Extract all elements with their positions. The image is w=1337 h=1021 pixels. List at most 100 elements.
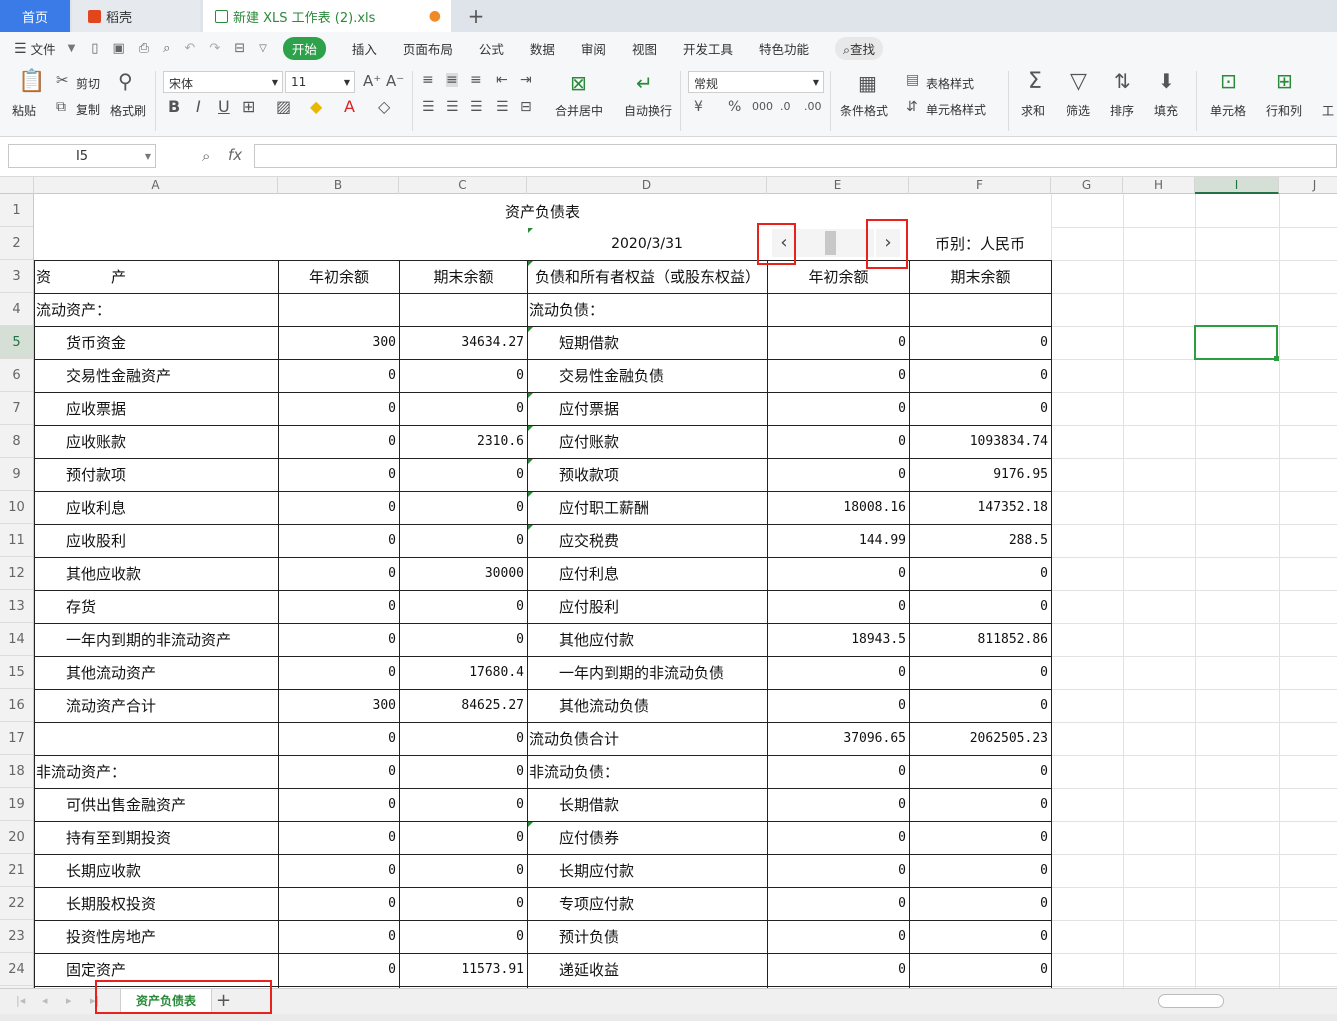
table-cell[interactable]: 84625.27 (401, 690, 524, 722)
clear-format-icon[interactable]: ◇ (378, 99, 390, 115)
table-cell[interactable]: 其他流动负债 (529, 690, 764, 722)
table-cell[interactable]: 0 (280, 426, 396, 458)
table-cell[interactable]: 0 (769, 657, 906, 689)
table-cell[interactable]: 0 (401, 855, 524, 887)
merge-center-icon[interactable]: ⊠ (570, 73, 587, 93)
table-cell[interactable]: 长期应收款 (36, 855, 275, 887)
fill-pattern-icon[interactable]: ▨ (276, 99, 291, 115)
table-cell[interactable]: 2062505.23 (911, 723, 1048, 755)
table-cell[interactable]: 0 (769, 360, 906, 392)
column-header[interactable]: G (1051, 177, 1123, 194)
conditional-format-icon[interactable]: ▦ (858, 73, 877, 93)
row-header[interactable]: 1 (0, 194, 33, 227)
scissors-icon[interactable]: ✂ (56, 73, 69, 88)
table-cell[interactable]: 0 (769, 888, 906, 920)
chevron-down-icon[interactable]: ▼ (68, 43, 76, 54)
row-header[interactable]: 4 (0, 293, 33, 326)
row-header[interactable]: 2 (0, 227, 33, 260)
row-col-button[interactable]: 行和列 (1266, 102, 1302, 119)
row-header[interactable]: 14 (0, 623, 33, 656)
fill-color-icon[interactable]: ◆ (310, 99, 322, 115)
cell-button[interactable]: 单元格 (1210, 102, 1246, 119)
row-header[interactable]: 5 (0, 326, 33, 359)
worksheet-button[interactable]: 工 (1322, 102, 1334, 119)
sort-icon[interactable]: ⇅ (1114, 71, 1131, 91)
paste-button[interactable]: 粘贴 (12, 102, 36, 119)
menu-home[interactable]: 开始 (282, 37, 326, 60)
table-cell[interactable]: 18008.16 (769, 492, 906, 524)
table-cell[interactable]: 0 (769, 855, 906, 887)
cell-style-icon[interactable]: ⇵ (906, 100, 918, 114)
table-cell[interactable]: 预收款项 (529, 459, 764, 491)
table-cell[interactable]: 流动负债合计 (529, 723, 764, 755)
align-top-icon[interactable]: ≡ (422, 73, 434, 87)
row-header[interactable]: 16 (0, 689, 33, 722)
table-cell[interactable]: 0 (769, 822, 906, 854)
table-cell[interactable]: 一年内到期的非流动资产 (36, 624, 275, 656)
table-cell[interactable]: 应付账款 (529, 426, 764, 458)
table-cell[interactable]: 货币资金 (36, 327, 275, 359)
currency-icon[interactable]: ¥ (694, 100, 703, 114)
row-header[interactable]: 19 (0, 788, 33, 821)
more-chevron-icon[interactable]: ▽ (259, 43, 267, 54)
table-cell[interactable]: 交易性金融负债 (529, 360, 764, 392)
font-color-icon[interactable]: A (344, 99, 355, 115)
table-cell[interactable]: 0 (401, 756, 524, 788)
increase-decimal-icon[interactable]: .0 (780, 101, 791, 112)
table-cell[interactable]: 0 (401, 624, 524, 656)
table-cell[interactable]: 一年内到期的非流动负债 (529, 657, 764, 689)
table-cell[interactable]: 0 (769, 921, 906, 953)
table-cell[interactable]: 0 (911, 591, 1048, 623)
table-cell[interactable]: 非流动负债： (529, 756, 764, 788)
table-cell[interactable]: 应收账款 (36, 426, 275, 458)
table-cell[interactable]: 存货 (36, 591, 275, 623)
table-cell[interactable]: 0 (401, 822, 524, 854)
table-cell[interactable]: 0 (401, 492, 524, 524)
font-size-select[interactable]: 11 ▼ (285, 71, 355, 93)
table-cell[interactable]: 0 (280, 591, 396, 623)
row-header[interactable]: 9 (0, 458, 33, 491)
table-cell[interactable]: 300 (280, 690, 396, 722)
row-header[interactable]: 11 (0, 524, 33, 557)
table-cell[interactable]: 0 (911, 789, 1048, 821)
column-header[interactable]: C (399, 177, 527, 194)
prev-sheet-icon[interactable]: ◂ (42, 994, 48, 1007)
table-cell[interactable]: 0 (911, 888, 1048, 920)
column-header[interactable]: F (909, 177, 1051, 194)
table-cell[interactable]: 0 (280, 657, 396, 689)
column-header[interactable]: H (1123, 177, 1195, 194)
format-painter-button[interactable]: 格式刷 (110, 102, 146, 119)
hamburger-icon[interactable]: ☰ (14, 41, 27, 57)
table-cell[interactable]: 37096.65 (769, 723, 906, 755)
row-header[interactable]: 8 (0, 425, 33, 458)
next-sheet-icon[interactable]: ▸ (66, 994, 72, 1007)
row-header[interactable]: 20 (0, 821, 33, 854)
table-cell[interactable]: 0 (911, 921, 1048, 953)
align-left-icon[interactable]: ☰ (422, 100, 435, 114)
percent-icon[interactable]: % (728, 100, 741, 114)
table-cell[interactable]: 0 (401, 921, 524, 953)
menu-data[interactable]: 数据 (530, 39, 555, 58)
font-shrink-icon[interactable]: A⁻ (386, 74, 404, 89)
table-cell[interactable]: 0 (280, 954, 396, 986)
table-cell[interactable]: 长期借款 (529, 789, 764, 821)
table-cell[interactable]: 0 (911, 657, 1048, 689)
table-cell[interactable]: 147352.18 (911, 492, 1048, 524)
menu-special[interactable]: 特色功能 (759, 39, 809, 58)
table-cell[interactable]: 长期应付款 (529, 855, 764, 887)
selected-cell[interactable] (1194, 325, 1278, 360)
table-cell[interactable]: 0 (401, 525, 524, 557)
fill-button[interactable]: 填充 (1154, 102, 1178, 119)
table-cell[interactable]: 0 (401, 393, 524, 425)
menu-view[interactable]: 视图 (632, 39, 657, 58)
new-tab-button[interactable]: + (458, 0, 494, 32)
column-header[interactable]: E (767, 177, 909, 194)
row-header[interactable]: 7 (0, 392, 33, 425)
formula-input[interactable] (254, 144, 1337, 168)
table-cell[interactable]: 2310.6 (401, 426, 524, 458)
zoom-icon[interactable]: ⌕ (202, 147, 210, 165)
indent-increase-icon[interactable]: ⇥ (520, 73, 532, 87)
table-cell[interactable]: 9176.95 (911, 459, 1048, 491)
table-cell[interactable]: 811852.86 (911, 624, 1048, 656)
table-cell[interactable]: 投资性房地产 (36, 921, 275, 953)
